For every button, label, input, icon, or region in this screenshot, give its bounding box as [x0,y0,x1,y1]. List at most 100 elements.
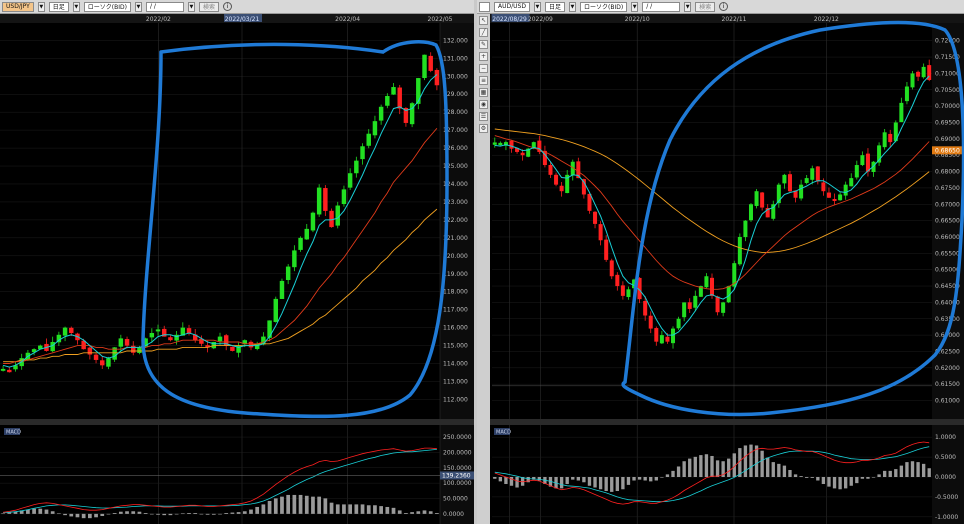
macd-hist-bar [211,513,216,515]
macd-hist-bar [587,477,592,486]
candle-body [654,328,659,342]
candle-body [826,192,831,198]
date-input-right[interactable]: / / [642,1,681,12]
macd-label: MACD [6,430,21,436]
panel-separator [0,419,474,425]
macd-hist-bar [205,513,210,515]
macd-hist-bar [682,461,686,477]
candle-body [434,69,440,86]
candle-body [292,250,297,268]
macd-hist-bar [50,511,55,514]
period-select-right[interactable]: 日足 [544,1,565,12]
chevron-down-icon[interactable]: ▼ [134,1,142,12]
y-tick-label: 0.61000 [935,398,960,405]
macd-hist-bar [688,458,692,477]
settings-icon[interactable]: ⚙ [479,124,488,133]
macd-hist-bar [292,494,297,514]
candle-body [492,142,497,145]
candle-body [799,184,804,199]
info-icon[interactable]: i [719,2,729,11]
candle-body [168,337,173,341]
candle-body [854,165,859,178]
macd-hist-bar [882,470,887,477]
chevron-down-icon[interactable]: ▼ [631,1,639,12]
symbol-select-left[interactable]: USD/JPY [2,1,34,12]
zoom-out-icon[interactable]: − [479,64,488,73]
macd-y-tick-label: -0.5000 [935,494,958,501]
macd-hist-bar [69,513,74,517]
macd-hist-bar [44,509,49,514]
zoom-in-icon[interactable]: + [479,52,488,61]
y-tick-label: 0.64000 [935,299,960,306]
chevron-down-icon[interactable]: ▼ [684,1,692,12]
panel-select-icon[interactable] [479,1,490,12]
cursor-icon[interactable]: ↖ [479,16,488,25]
search-button-left[interactable]: 検索 [198,1,219,12]
candle-body [267,320,272,338]
chevron-down-icon[interactable]: ▼ [72,1,80,12]
candle-body [921,66,926,78]
macd-hist-bar [654,477,658,481]
macd-hist-bar [193,512,198,514]
candle-body [665,336,670,342]
symbol-select-right[interactable]: AUD/USD [494,1,530,12]
y-tick-label: 116.000 [443,325,468,332]
chart-type-select-right[interactable]: ローソク(BID) [579,1,628,12]
macd-hist-bar [855,477,859,484]
candle-body [598,224,603,241]
macd-hist-bar [32,508,36,514]
line-icon[interactable]: ╱ [479,28,488,37]
x-tick-label: 2022/09 [528,16,553,23]
period-select-left[interactable]: 日足 [48,1,69,12]
macd-hist-bar [156,513,160,515]
candle-body [279,280,285,299]
eye-icon[interactable]: ◉ [479,100,488,109]
macd-hist-bar [771,462,775,477]
audusd-chart-panel[interactable]: 0.61000 0.61500 0.62000 0.62500 0.63000 0.635… [490,14,964,524]
macd-y-tick-label: 250.0000 [443,434,472,441]
candle-body [593,211,598,224]
macd-hist-bar [649,477,653,482]
candle-body [743,220,748,238]
layers-icon[interactable]: ☰ [479,112,488,121]
macd-hist-bar [218,513,222,515]
y-tick-label: 0.63500 [935,316,960,323]
chevron-down-icon[interactable]: ▼ [37,1,45,12]
macd-y-tick-label: 100.0000 [443,480,472,487]
candle-body [904,86,909,102]
candle-body [559,185,564,192]
y-tick-label: 124.000 [443,181,468,188]
y-tick-label: 117.000 [443,307,468,314]
macd-y-tick-label: 150.0000 [443,465,472,472]
macd-hist-bar [576,477,580,481]
macd-hist-bar [131,511,136,514]
chevron-down-icon[interactable]: ▼ [187,1,195,12]
fibonacci-icon[interactable]: ≡ [479,76,488,85]
macd-hist-bar [416,511,421,514]
chart-type-select-left[interactable]: ローソク(BID) [83,1,131,12]
macd-hist-bar [323,498,328,514]
y-tick-label: 114.000 [443,361,468,368]
macd-hist-bar [112,512,117,514]
macd-hist-bar [360,504,365,514]
pencil-icon[interactable]: ✎ [479,40,488,49]
macd-hist-bar [63,513,67,516]
candle-body [416,78,421,104]
grid-icon[interactable]: ▦ [479,88,488,97]
macd-hist-bar [604,477,608,492]
usdjpy-chart-panel[interactable]: 112.000 113.000 114.000 115.000 116.000 117.0… [0,14,474,524]
macd-hist-bar [391,507,396,514]
chevron-down-icon[interactable]: ▼ [568,1,576,12]
macd-y-tick-label: 50.0000 [443,496,468,503]
date-input-left[interactable]: / / [145,1,184,12]
search-button-right[interactable]: 検索 [695,1,716,12]
chevron-down-icon[interactable]: ▼ [533,1,541,12]
macd-hist-bar [255,506,260,514]
y-tick-label: 121.000 [443,235,468,242]
y-tick-label: 0.71000 [935,70,960,77]
macd-hist-bar [844,477,848,489]
candle-body [838,194,843,201]
candle-body [843,184,848,196]
info-icon[interactable]: i [223,2,232,11]
candle-body [385,96,390,106]
